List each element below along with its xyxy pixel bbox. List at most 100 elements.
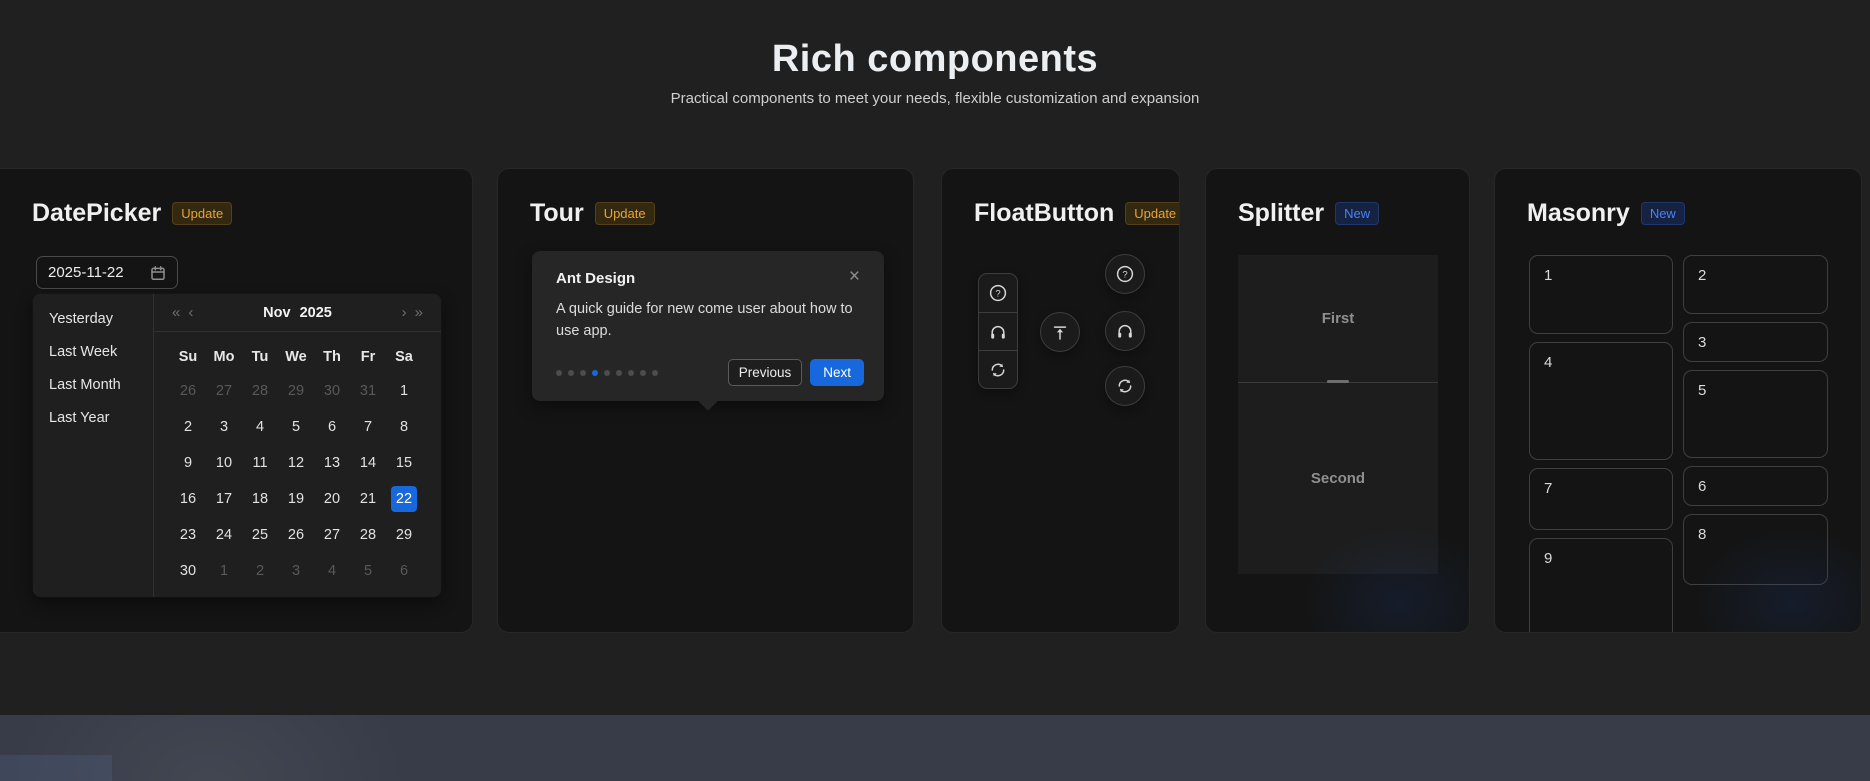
- calendar-day[interactable]: 24: [206, 517, 242, 553]
- date-input[interactable]: 2025-11-22: [36, 256, 178, 289]
- calendar-day[interactable]: 4: [242, 409, 278, 445]
- support-circle-float-button[interactable]: [1105, 311, 1145, 351]
- calendar-day[interactable]: 20: [314, 481, 350, 517]
- year-button[interactable]: 2025: [300, 305, 332, 321]
- calendar-day[interactable]: 14: [350, 445, 386, 481]
- masonry-item-number: 6: [1698, 478, 1707, 495]
- calendar-day[interactable]: 27: [314, 517, 350, 553]
- calendar-day[interactable]: 30: [170, 553, 206, 589]
- calendar-day[interactable]: 7: [350, 409, 386, 445]
- super-prev-icon[interactable]: «: [168, 304, 184, 321]
- back-top-float-button[interactable]: [1040, 312, 1080, 352]
- footer-band: [0, 715, 1870, 781]
- calendar-day[interactable]: 18: [242, 481, 278, 517]
- tour-step-dot[interactable]: [580, 369, 586, 376]
- card-datepicker: DatePicker Update 2025-11-22 Yesterday La…: [0, 168, 473, 633]
- page-title: Rich components: [771, 38, 1099, 80]
- tour-step-dot[interactable]: [640, 369, 646, 376]
- preset-item[interactable]: Yesterday: [33, 303, 153, 336]
- masonry-item-number: 8: [1698, 526, 1707, 543]
- previous-button[interactable]: Previous: [727, 359, 803, 386]
- calendar-day-number: 19: [287, 491, 305, 507]
- super-next-icon[interactable]: »: [411, 304, 427, 321]
- preset-item[interactable]: Last Month: [33, 369, 153, 402]
- calendar-day[interactable]: 12: [278, 445, 314, 481]
- support-float-button[interactable]: [979, 312, 1017, 350]
- calendar-day[interactable]: 6: [386, 553, 422, 589]
- calendar-day[interactable]: 27: [206, 373, 242, 409]
- calendar-day[interactable]: 6: [314, 409, 350, 445]
- masonry-item: 5: [1683, 370, 1828, 458]
- card-tour: Tour Update Ant Design × A quick guide f…: [497, 168, 914, 633]
- calendar-day[interactable]: 26: [170, 373, 206, 409]
- calendar-day[interactable]: 31: [350, 373, 386, 409]
- calendar-day[interactable]: 9: [170, 445, 206, 481]
- help-float-button[interactable]: ?: [979, 274, 1017, 312]
- calendar-day[interactable]: 28: [350, 517, 386, 553]
- calendar-day[interactable]: 28: [242, 373, 278, 409]
- masonry-card-title: Masonry: [1527, 199, 1630, 227]
- calendar-day[interactable]: 15: [386, 445, 422, 481]
- calendar-day[interactable]: 16: [170, 481, 206, 517]
- masonry-item-number: 2: [1698, 267, 1707, 284]
- next-icon[interactable]: ›: [398, 304, 411, 321]
- calendar-day[interactable]: 5: [278, 409, 314, 445]
- calendar-day-number: 17: [215, 491, 233, 507]
- datepicker-card-title: DatePicker: [32, 199, 162, 227]
- calendar-day-number: 30: [179, 563, 197, 579]
- sync-float-button[interactable]: [979, 350, 1017, 388]
- calendar-day[interactable]: 30: [314, 373, 350, 409]
- calendar-day-number: 1: [219, 563, 229, 579]
- close-icon[interactable]: ×: [849, 267, 860, 286]
- calendar-day[interactable]: 13: [314, 445, 350, 481]
- tour-step-dot[interactable]: [568, 369, 574, 376]
- calendar-day[interactable]: 29: [386, 517, 422, 553]
- calendar-day[interactable]: 1: [206, 553, 242, 589]
- calendar-day[interactable]: 23: [170, 517, 206, 553]
- masonry-item-number: 1: [1544, 267, 1553, 284]
- calendar-day[interactable]: 4: [314, 553, 350, 589]
- calendar-day-number: 1: [399, 383, 409, 399]
- calendar-day[interactable]: 5: [350, 553, 386, 589]
- calendar-day[interactable]: 17: [206, 481, 242, 517]
- calendar-day[interactable]: 19: [278, 481, 314, 517]
- tour-step-dot[interactable]: [616, 369, 622, 376]
- calendar-day[interactable]: 22: [386, 481, 422, 517]
- calendar-day[interactable]: 29: [278, 373, 314, 409]
- calendar-day[interactable]: 1: [386, 373, 422, 409]
- next-button[interactable]: Next: [810, 359, 864, 386]
- weekday-label: Mo: [213, 349, 235, 365]
- month-button[interactable]: Nov: [263, 305, 290, 321]
- tour-step-dot[interactable]: [592, 369, 598, 376]
- tour-step-dot[interactable]: [604, 369, 610, 376]
- update-badge: Update: [594, 202, 655, 225]
- masonry-card-head: Masonry New: [1527, 199, 1685, 228]
- sync-icon: [991, 363, 1005, 376]
- masonry-item: 4: [1529, 342, 1673, 460]
- calendar-day[interactable]: 10: [206, 445, 242, 481]
- update-badge: Update: [1125, 202, 1179, 225]
- splitter-card-title: Splitter: [1238, 199, 1325, 227]
- calendar-day[interactable]: 8: [386, 409, 422, 445]
- help-circle-float-button[interactable]: ?: [1105, 254, 1145, 294]
- calendar-day[interactable]: 3: [278, 553, 314, 589]
- calendar-day-number: 8: [399, 419, 409, 435]
- calendar-day[interactable]: 3: [206, 409, 242, 445]
- weekday-label: We: [285, 349, 307, 365]
- calendar-day[interactable]: 21: [350, 481, 386, 517]
- tour-step-dot[interactable]: [556, 369, 562, 376]
- calendar-day[interactable]: 26: [278, 517, 314, 553]
- masonry-item: 3: [1683, 322, 1828, 362]
- calendar-day[interactable]: 2: [242, 553, 278, 589]
- calendar-day[interactable]: 25: [242, 517, 278, 553]
- tour-step-dot[interactable]: [628, 369, 634, 376]
- preset-item[interactable]: Last Week: [33, 336, 153, 369]
- masonry-item-number: 5: [1698, 382, 1707, 399]
- calendar-day[interactable]: 11: [242, 445, 278, 481]
- card-splitter: Splitter New First Second: [1205, 168, 1470, 633]
- sync-circle-float-button[interactable]: [1105, 366, 1145, 406]
- prev-icon[interactable]: ‹: [184, 304, 197, 321]
- calendar-day[interactable]: 2: [170, 409, 206, 445]
- preset-item[interactable]: Last Year: [33, 402, 153, 435]
- tour-step-dot[interactable]: [652, 369, 658, 376]
